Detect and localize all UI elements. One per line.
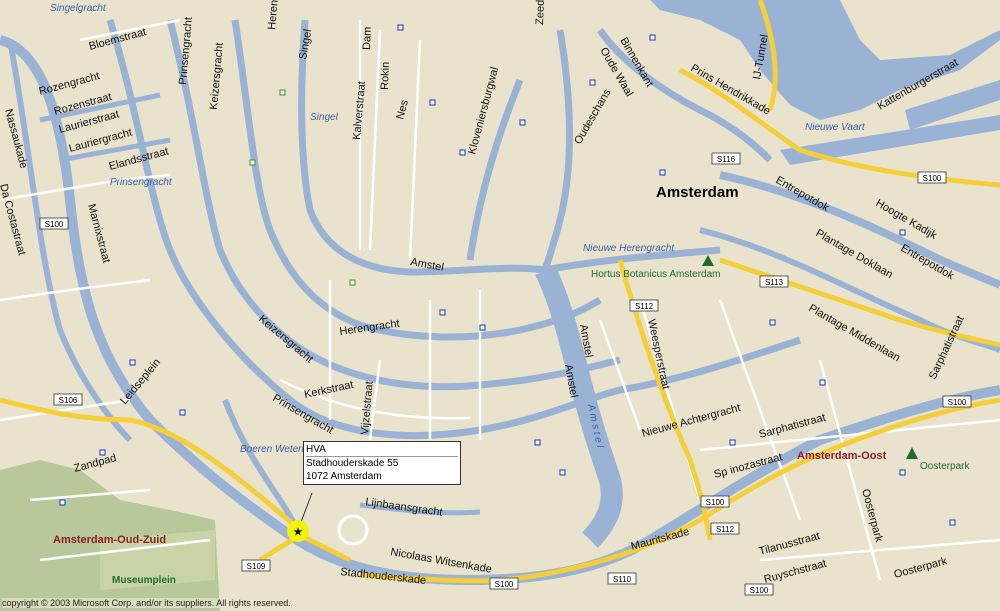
water-label-singelgracht: Singelgracht bbox=[50, 3, 107, 14]
shield-s109: S109 bbox=[241, 559, 271, 572]
svg-text:S100: S100 bbox=[45, 220, 64, 229]
water-label-nieuwe-vaart: Nieuwe Vaart bbox=[805, 122, 866, 133]
water-label-prinsengracht: Prinsengracht bbox=[110, 177, 173, 188]
svg-text:S100: S100 bbox=[495, 580, 514, 589]
callout-address: Stadhouderskade 55 bbox=[306, 458, 399, 469]
water-label-singel: Singel bbox=[310, 112, 339, 123]
shield-s100-a: S100 bbox=[917, 171, 947, 184]
svg-text:S100: S100 bbox=[750, 586, 769, 595]
svg-text:S106: S106 bbox=[59, 396, 78, 405]
svg-text:S113: S113 bbox=[765, 278, 784, 287]
svg-text:S116: S116 bbox=[717, 155, 736, 164]
shield-s110: S110 bbox=[607, 572, 637, 585]
svg-text:S112: S112 bbox=[716, 525, 735, 534]
shield-s100-d: S100 bbox=[700, 495, 730, 508]
park-label-hortus: Hortus Botanicus Amsterdam bbox=[591, 269, 721, 280]
shield-s112-b: S112 bbox=[710, 522, 740, 535]
park-label-museumplein: Museumplein bbox=[112, 575, 176, 586]
shield-s113: S113 bbox=[759, 275, 789, 288]
street-label: Dam bbox=[361, 26, 374, 50]
svg-text:S100: S100 bbox=[706, 498, 725, 507]
park-label-oosterpark: Oosterpark bbox=[920, 461, 970, 472]
shield-s116: S116 bbox=[711, 152, 741, 165]
street-label: Zeedijk bbox=[534, 0, 547, 25]
shield-s100-b: S100 bbox=[39, 217, 69, 230]
shield-s100-f: S100 bbox=[744, 583, 774, 596]
callout-title: HVA bbox=[306, 443, 458, 457]
svg-text:S100: S100 bbox=[948, 398, 967, 407]
pin-marker-glyph: ★ bbox=[294, 527, 303, 538]
svg-text:S110: S110 bbox=[613, 575, 632, 584]
shield-s100-e: S100 bbox=[489, 577, 519, 590]
svg-text:S109: S109 bbox=[247, 562, 266, 571]
street-label: Rokin bbox=[379, 62, 392, 91]
shield-s100-c: S100 bbox=[942, 395, 972, 408]
district-label-oud-zuid: Amsterdam-Oud-Zuid bbox=[53, 534, 166, 546]
map-canvas[interactable]: S116 S100 S100 S112 S113 S100 S106 S100 … bbox=[0, 0, 1000, 611]
shield-s112-a: S112 bbox=[629, 299, 659, 312]
copyright-notice: copyright © 2003 Microsoft Corp. and/or … bbox=[2, 598, 291, 608]
svg-text:S100: S100 bbox=[923, 174, 942, 183]
district-label-oost: Amsterdam-Oost bbox=[797, 450, 887, 462]
svg-text:S112: S112 bbox=[635, 302, 654, 311]
water-label-nieuwe-herengracht: Nieuwe Herengracht bbox=[583, 243, 675, 254]
city-label: Amsterdam bbox=[656, 184, 739, 201]
map-svg: S116 S100 S100 S112 S113 S100 S106 S100 … bbox=[0, 0, 1000, 611]
callout-postcode: 1072 Amsterdam bbox=[306, 471, 382, 482]
location-callout[interactable]: HVA Stadhouderskade 55 1072 Amsterdam bbox=[303, 441, 461, 485]
shield-s106: S106 bbox=[53, 393, 83, 406]
